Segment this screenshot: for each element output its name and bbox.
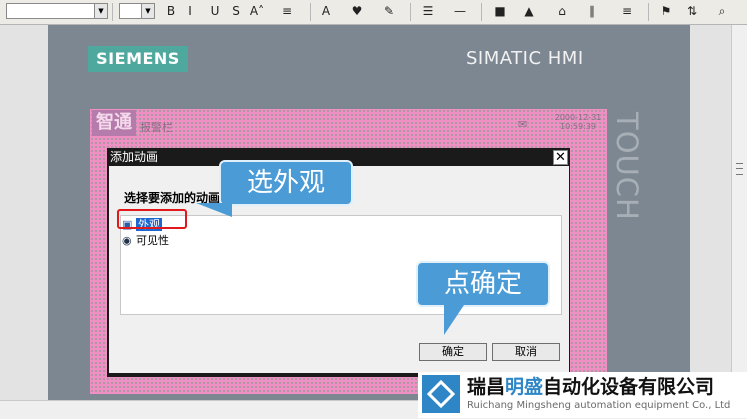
same-size-icon[interactable]: ≡: [619, 3, 635, 20]
company-name-prefix: 瑞昌: [467, 376, 506, 398]
font-size-select[interactable]: ▼: [119, 3, 155, 19]
touch-side-label: TOUCH: [608, 112, 648, 252]
align-icon[interactable]: ≡: [279, 3, 295, 20]
toolbar-separator: [481, 3, 482, 21]
bring-forward-icon[interactable]: ■: [492, 3, 508, 20]
callout-pointer: [196, 203, 232, 217]
ok-button[interactable]: 确定: [419, 343, 487, 361]
strikethrough-icon[interactable]: S: [228, 3, 244, 20]
line-width-icon[interactable]: —: [452, 3, 468, 20]
chevron-down-icon[interactable]: ▼: [94, 4, 107, 18]
close-icon[interactable]: ✕: [553, 150, 568, 165]
font-size-increase-icon[interactable]: A˄: [249, 3, 265, 20]
bold-icon[interactable]: B: [163, 3, 179, 20]
line-style-icon[interactable]: ☰: [420, 3, 436, 20]
toolbar-separator: [648, 3, 649, 21]
rotate-icon[interactable]: ⇅: [684, 3, 700, 20]
callout-click-ok: 点确定: [416, 261, 550, 307]
cancel-button[interactable]: 取消: [492, 343, 560, 361]
screen-header-logo: 智通: [92, 110, 136, 136]
date-text: 2000-12-31: [554, 113, 602, 122]
list-item-visibility[interactable]: ◉ 可见性: [122, 234, 169, 248]
vertical-scrollbar[interactable]: [731, 25, 747, 400]
visibility-icon: ◉: [122, 234, 132, 247]
animation-icon[interactable]: ⚑: [658, 3, 674, 20]
zoom-icon[interactable]: ⌕: [714, 3, 730, 20]
toolbar-separator: [410, 3, 411, 21]
list-item-label: 可见性: [136, 234, 169, 247]
company-logo-icon: [422, 375, 460, 413]
font-family-select[interactable]: ▼: [6, 3, 108, 19]
toolbar-separator: [112, 3, 113, 21]
line-color-icon[interactable]: ✎: [381, 3, 397, 20]
company-name-accent: 明盛: [505, 376, 544, 398]
italic-icon[interactable]: I: [182, 3, 198, 20]
chevron-down-icon[interactable]: ▼: [141, 4, 154, 18]
simatic-hmi-label: SIMATIC HMI: [466, 48, 584, 69]
distribute-icon[interactable]: ∥: [584, 3, 600, 20]
scroll-grip-icon[interactable]: [736, 163, 743, 175]
company-name-en: Ruichang Mingsheng automation equipment …: [467, 400, 731, 411]
center-icon[interactable]: ⌂: [554, 3, 570, 20]
siemens-logo: SIEMENS: [88, 46, 188, 72]
screen-header-name: 报警栏: [140, 121, 173, 134]
dialog-title: 添加动画: [110, 150, 159, 164]
font-color-icon[interactable]: A: [318, 3, 334, 20]
callout-select-appearance: 选外观: [219, 160, 353, 206]
callout-pointer: [444, 305, 464, 335]
align-objects-icon[interactable]: ▲: [521, 3, 537, 20]
highlight-box: [117, 209, 187, 229]
company-name: 瑞昌明盛自动化设备有限公司: [467, 376, 714, 398]
company-name-suffix: 自动化设备有限公司: [543, 376, 715, 398]
time-text: 10:59:39: [560, 122, 596, 131]
mail-icon: ✉: [518, 118, 528, 131]
format-toolbar: ▼ ▼ B I U S A˄ ≡ A ♥ ✎ ☰ — ■ ▲ ⌂ ∥ ≡ ⚑ ⇅ ⌕: [0, 0, 747, 25]
toolbar-separator: [310, 3, 311, 21]
underline-icon[interactable]: U: [207, 3, 223, 20]
fill-color-icon[interactable]: ♥: [349, 3, 365, 20]
touch-text: TOUCH: [610, 112, 644, 221]
screen-header-datetime: 2000-12-31 10:59:39: [553, 113, 603, 131]
